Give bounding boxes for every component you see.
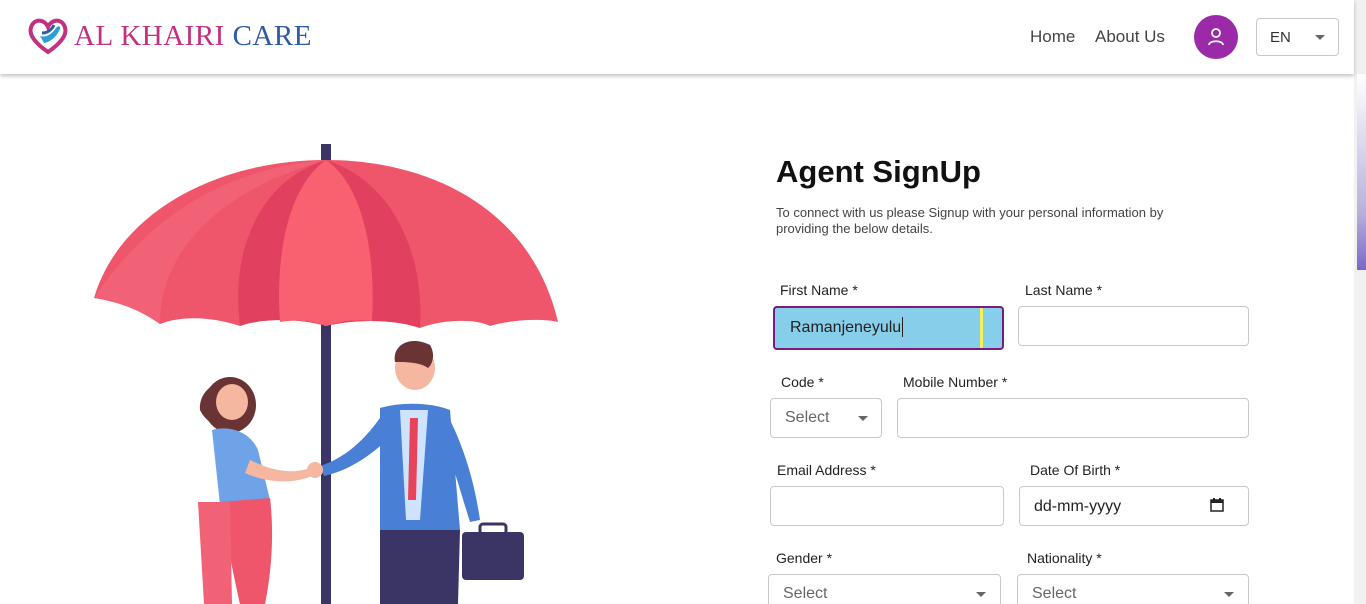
top-header: AL KHAIRI CARE Home About Us EN: [0, 0, 1354, 74]
dob-placeholder: dd-mm-yyyy: [1034, 498, 1122, 515]
nationality-select-value: Select: [1032, 585, 1077, 602]
mobile-number-label: Mobile Number *: [903, 374, 1008, 390]
chevron-down-icon: [1315, 35, 1325, 40]
language-value: EN: [1270, 29, 1291, 46]
brand-name-part2: CARE: [232, 19, 312, 52]
nav-home-link[interactable]: Home: [1030, 27, 1075, 47]
autofill-highlight-bar: [980, 308, 983, 348]
page-subtitle: To connect with us please Signup with yo…: [776, 205, 1164, 236]
brand-name-part1: AL KHAIRI: [74, 19, 225, 52]
language-select[interactable]: EN: [1256, 18, 1339, 56]
brand-name: AL KHAIRI CARE: [74, 20, 312, 53]
chevron-down-icon: [1224, 592, 1234, 597]
page-scrollbar-thumb[interactable]: [1357, 74, 1366, 270]
umbrella-handshake-illustration: [94, 144, 558, 604]
heart-hand-logo-icon: [28, 18, 68, 55]
brand-logo[interactable]: AL KHAIRI CARE: [26, 14, 312, 58]
nationality-label: Nationality *: [1027, 550, 1102, 566]
gender-label: Gender *: [776, 550, 833, 566]
code-label: Code *: [781, 374, 824, 390]
text-cursor: [902, 317, 903, 337]
chevron-down-icon: [858, 416, 868, 421]
user-icon: [1208, 28, 1224, 46]
nav-about-link[interactable]: About Us: [1095, 27, 1165, 47]
code-select-value: Select: [785, 409, 830, 426]
calendar-icon[interactable]: [1210, 498, 1224, 512]
first-name-label: First Name *: [780, 282, 858, 298]
user-avatar-button[interactable]: [1194, 15, 1238, 59]
last-name-input[interactable]: [1018, 306, 1249, 346]
last-name-label: Last Name *: [1025, 282, 1103, 298]
email-input[interactable]: [770, 486, 1004, 526]
first-name-value: Ramanjeneyulu: [790, 319, 902, 336]
mobile-number-input[interactable]: [897, 398, 1249, 438]
dob-label: Date Of Birth *: [1030, 462, 1121, 478]
gender-select-value: Select: [783, 585, 828, 602]
chevron-down-icon: [976, 592, 986, 597]
page-title: Agent SignUp: [776, 154, 981, 189]
email-label: Email Address *: [777, 462, 876, 478]
